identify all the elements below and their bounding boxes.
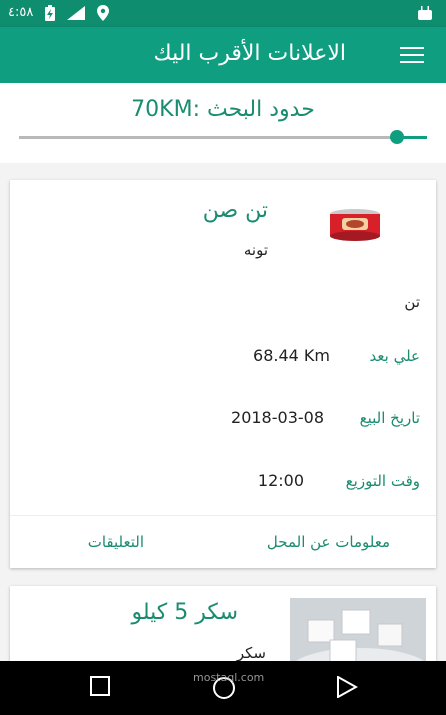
battery-charging-icon [45,5,55,21]
product-title: تن صن [202,198,268,223]
sale-date-value: 2018-03-08 [231,408,324,427]
status-time: ٤:٥٨ [8,5,34,20]
status-bar: ٤:٥٨ [0,0,446,27]
android-notification-icon [418,6,432,20]
shop-info-button[interactable]: معلومات عن المحل [267,533,390,551]
watermark: mostaql.com [193,671,265,684]
tuna-can-image [330,209,380,241]
slider-thumb[interactable] [390,130,404,144]
search-radius-panel: حدود البحث :70KM [0,83,446,163]
main-content[interactable]: حدود البحث :70KM تن صن تونه تن علي بعد 6… [0,83,446,661]
distribution-time-label: وقت التوزيع [345,472,420,490]
back-button[interactable] [336,676,358,698]
location-icon [97,5,109,21]
ad-card[interactable]: سكر 5 كيلو سكر [10,586,436,661]
product-subtitle: سكر [236,644,266,661]
product-description: تن [404,293,420,311]
recents-button[interactable] [90,676,110,696]
menu-icon[interactable] [400,47,424,63]
comments-button[interactable]: التعليقات [88,533,144,551]
slider-track[interactable] [19,136,427,139]
signal-lte-icon [67,6,85,20]
sugar-image [290,598,426,661]
distribution-time-value: 12:00 [257,471,304,490]
distance-value: 68.44 Km [253,346,330,365]
sale-date-label: تاريخ البيع [359,409,420,427]
distance-label: علي بعد [369,347,420,365]
product-title: سكر 5 كيلو [131,600,238,625]
product-subtitle: تونه [243,241,268,259]
card-actions: معلومات عن المحل التعليقات [10,515,436,568]
page-title: الاعلانات الأقرب اليك [153,41,346,66]
search-radius-label: حدود البحث :70KM [131,97,315,122]
app-bar: الاعلانات الأقرب اليك [0,27,446,83]
ad-card[interactable]: تن صن تونه تن علي بعد 68.44 Km تاريخ الب… [10,180,436,568]
system-nav-bar: mostaql.com [0,661,446,715]
